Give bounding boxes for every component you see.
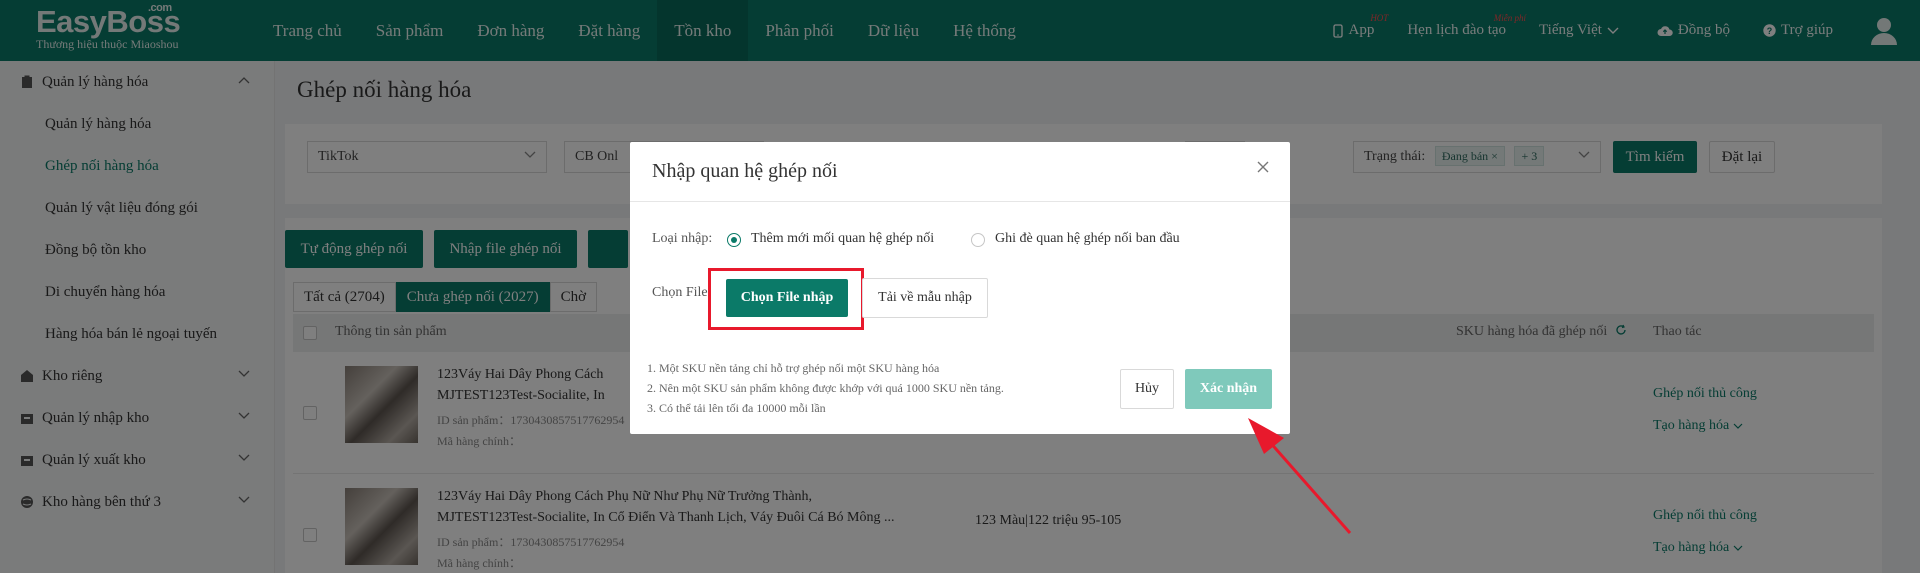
note-line-2: 2. Nên một SKU sản phẩm không được khớp … [647,381,1004,395]
radio-add-new-label[interactable]: Thêm mới mối quan hệ ghép nối [751,231,934,247]
file-label: Chọn File [652,285,708,300]
confirm-button[interactable]: Xác nhận [1185,369,1272,409]
annotation-arrow-icon [1248,418,1352,534]
radio-add-new[interactable] [727,233,741,247]
dialog-title: Nhập quan hệ ghép nối [652,160,838,182]
cancel-button[interactable]: Hủy [1120,369,1174,409]
choose-file-button[interactable]: Chọn File nhập [726,279,848,317]
note-line-3: 3. Có thể tải lên tối đa 10000 mỗi lần [647,401,826,415]
import-match-dialog: Nhập quan hệ ghép nối Loại nhập: Thêm mớ… [630,142,1290,434]
download-template-button[interactable]: Tải về mẫu nhập [862,278,988,318]
dialog-header: Nhập quan hệ ghép nối [630,142,1290,202]
close-icon[interactable] [1256,160,1270,174]
note-line-1: 1. Một SKU nền tảng chỉ hỗ trợ ghép nối … [647,361,940,375]
radio-overwrite[interactable] [971,233,985,247]
radio-overwrite-label[interactable]: Ghi đè quan hệ ghép nối ban đầu [995,231,1180,247]
import-type-label: Loại nhập: [652,231,713,246]
